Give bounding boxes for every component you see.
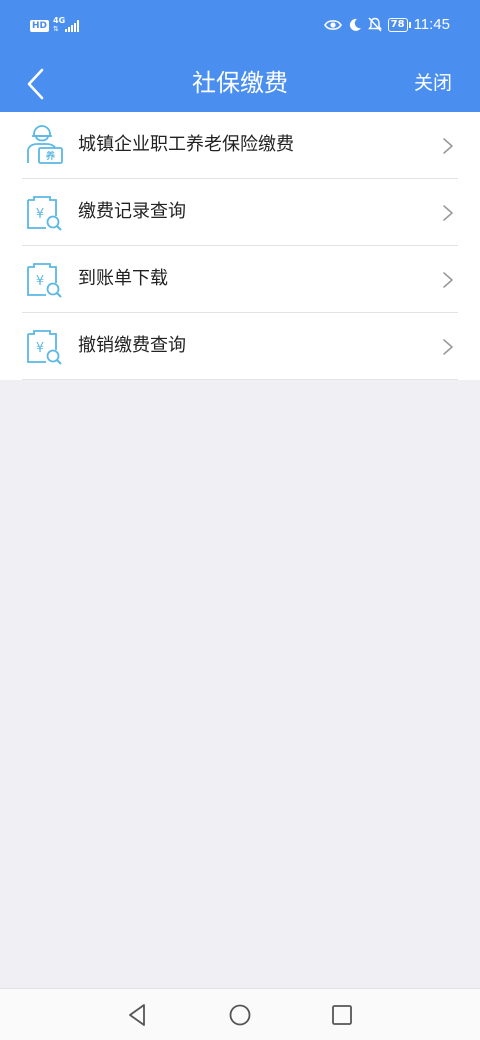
menu-item-cancel-payment[interactable]: ¥ 撤销缴费查询 (0, 313, 480, 380)
data-arrows-icon: ⇅ (53, 25, 59, 33)
system-nav-bar (0, 988, 480, 1040)
mute-bell-icon (367, 17, 382, 32)
status-left: HD 4G ⇅ (30, 16, 93, 34)
triangle-back-icon (129, 1004, 145, 1026)
eye-icon (323, 19, 342, 30)
menu-item-label: 缴费记录查询 (78, 201, 186, 222)
circle-home-icon (229, 1004, 251, 1026)
svg-text:养: 养 (45, 150, 55, 162)
nav-back-button[interactable] (124, 1001, 152, 1029)
service-menu-list: 养 城镇企业职工养老保险缴费 ¥ 缴费记录查询 ¥ 到账单下载 ¥ 撤销缴费查询 (0, 112, 480, 380)
chevron-right-icon (443, 339, 453, 355)
page-title: 社保缴费 (192, 69, 288, 97)
pension-worker-icon: 养 (27, 125, 63, 164)
status-time: 11:45 (413, 16, 450, 33)
menu-item-label: 到账单下载 (78, 268, 168, 289)
hd-badge: HD (30, 20, 50, 32)
menu-item-statement-download[interactable]: ¥ 到账单下载 (0, 246, 480, 313)
svg-text:¥: ¥ (36, 207, 44, 222)
menu-item-pension-payment[interactable]: 养 城镇企业职工养老保险缴费 (0, 112, 480, 179)
chevron-right-icon (443, 138, 453, 154)
network-type: 4G (53, 16, 66, 25)
payment-search-icon: ¥ (27, 196, 62, 231)
nav-home-button[interactable] (226, 1001, 254, 1029)
svg-text:¥: ¥ (36, 274, 44, 289)
menu-item-payment-records[interactable]: ¥ 缴费记录查询 (0, 179, 480, 246)
battery-icon: 78 (387, 17, 411, 32)
divider (22, 379, 458, 380)
menu-item-label: 城镇企业职工养老保险缴费 (78, 134, 294, 155)
svg-text:¥: ¥ (36, 341, 44, 356)
square-recents-icon (332, 1005, 352, 1025)
moon-icon (349, 18, 361, 31)
payment-search-icon: ¥ (27, 330, 62, 365)
chevron-right-icon (443, 272, 453, 288)
payment-search-icon: ¥ (27, 263, 62, 298)
close-button[interactable]: 关闭 (414, 69, 452, 97)
chevron-right-icon (443, 205, 453, 221)
status-right: 78 11:45 (323, 16, 450, 33)
signal-icon: 4G ⇅ (53, 16, 93, 34)
signal-bars-icon (65, 20, 80, 32)
nav-recents-button[interactable] (328, 1001, 356, 1029)
header-bar: 社保缴费 关闭 (0, 56, 480, 112)
menu-item-label: 撤销缴费查询 (78, 335, 186, 356)
status-bar: HD 4G ⇅ 78 11:45 (0, 0, 480, 56)
